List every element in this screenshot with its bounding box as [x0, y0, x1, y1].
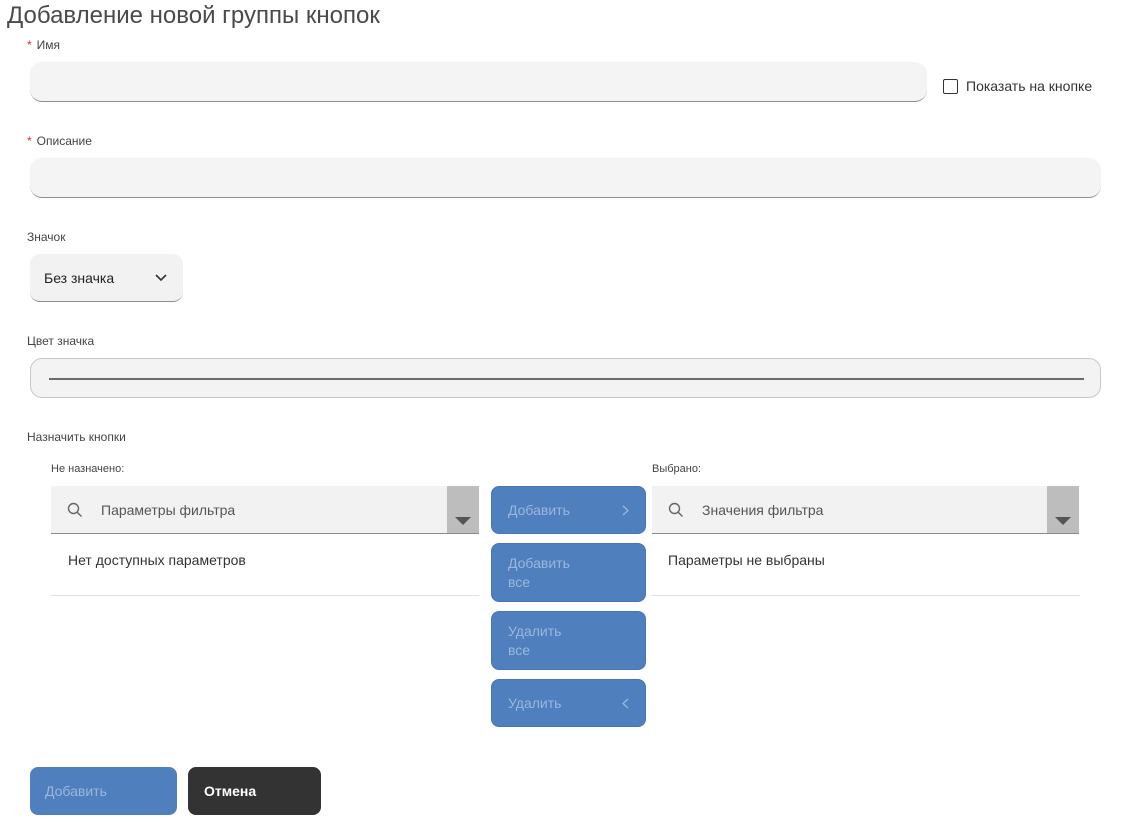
selected-filter-dropdown-button[interactable] — [1047, 486, 1079, 533]
icon-select[interactable]: Без значка — [30, 254, 183, 302]
selected-empty-row: Параметры не выбраны — [652, 534, 1080, 596]
remove-all-button[interactable]: Удалить все — [491, 611, 646, 670]
description-field[interactable] — [30, 158, 1101, 198]
name-field[interactable] — [30, 62, 927, 102]
show-on-button-checkbox[interactable] — [943, 79, 958, 94]
add-button-label: Добавить — [508, 502, 570, 518]
remove-button-label: Удалить — [508, 695, 562, 711]
add-all-button[interactable]: Добавить все — [491, 543, 646, 602]
description-label-text: Описание — [36, 134, 92, 148]
remove-button[interactable]: Удалить — [491, 679, 646, 727]
assign-buttons-label: Назначить кнопки — [27, 430, 126, 444]
icon-select-value: Без значка — [44, 269, 115, 286]
icon-color-picker[interactable] — [30, 358, 1101, 398]
add-all-line2: все — [508, 573, 531, 590]
unassigned-filter-dropdown-button[interactable] — [447, 486, 479, 533]
name-label-text: Имя — [36, 38, 61, 52]
description-input[interactable] — [30, 158, 1101, 197]
unassigned-label: Не назначено: — [51, 463, 125, 475]
chevron-right-icon — [622, 505, 629, 515]
search-icon — [668, 502, 683, 517]
remove-all-line2: все — [508, 641, 531, 658]
name-input[interactable] — [30, 62, 927, 101]
color-line — [49, 378, 1084, 380]
required-mark: * — [27, 134, 32, 148]
submit-button[interactable]: Добавить — [30, 767, 177, 815]
required-mark: * — [27, 38, 32, 52]
unassigned-filter-input[interactable] — [99, 485, 447, 534]
triangle-down-icon — [455, 517, 471, 525]
selected-filter[interactable] — [652, 485, 1079, 534]
add-all-line1: Добавить — [508, 554, 570, 571]
unassigned-empty-row: Нет доступных параметров — [51, 534, 479, 596]
selected-label: Выбрано: — [652, 463, 702, 475]
chevron-left-icon — [622, 698, 629, 708]
add-button[interactable]: Добавить — [491, 486, 646, 534]
icon-color-label: Цвет значка — [27, 334, 95, 348]
cancel-button[interactable]: Отмена — [188, 767, 321, 815]
page-title: Добавление новой группы кнопок — [7, 2, 380, 29]
chevron-down-icon — [155, 273, 167, 281]
selected-filter-input[interactable] — [700, 485, 1047, 534]
show-on-button-label[interactable]: Показать на кнопке — [966, 78, 1092, 94]
description-label: * Описание — [27, 134, 92, 148]
name-label: * Имя — [27, 38, 60, 52]
triangle-down-icon — [1055, 517, 1071, 525]
remove-all-line1: Удалить — [508, 622, 562, 639]
search-icon — [67, 502, 82, 517]
icon-label: Значок — [27, 230, 66, 244]
unassigned-filter[interactable] — [51, 485, 479, 534]
